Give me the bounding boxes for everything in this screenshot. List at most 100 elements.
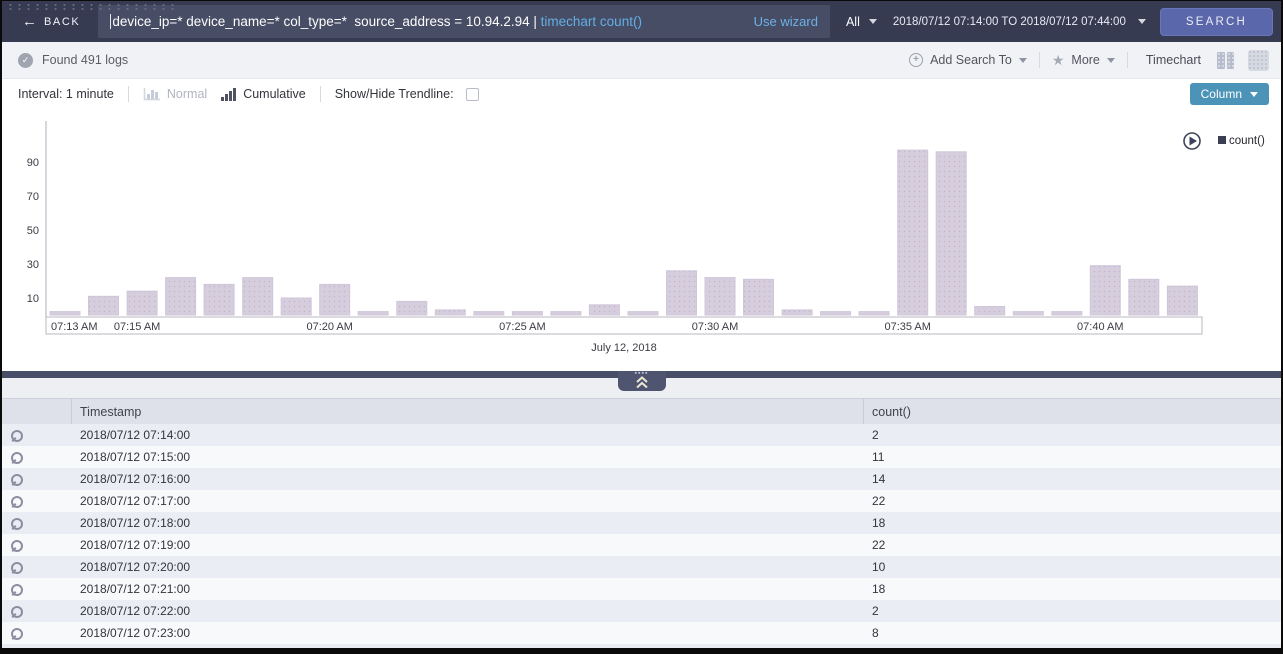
found-logs-label: Found 491 logs [42, 53, 128, 67]
table-row: 2018/07/12 07:18:0018 [2, 512, 1281, 534]
chart-bar[interactable] [859, 312, 889, 315]
chart-bar[interactable] [705, 278, 735, 315]
chart-bar[interactable] [435, 310, 465, 315]
chart-bar[interactable] [782, 310, 812, 315]
chart-bar[interactable] [1167, 286, 1197, 315]
table-row: 2018/07/12 07:22:002 [2, 600, 1281, 622]
timestamp-column-header[interactable]: Timestamp [72, 399, 864, 424]
text-cursor [110, 14, 111, 29]
divider [320, 86, 321, 102]
column-view-icon[interactable] [1215, 50, 1236, 71]
table-row: 2018/07/12 07:20:0010 [2, 556, 1281, 578]
chart-type-button[interactable]: Column [1190, 83, 1269, 105]
trendline-control: Show/Hide Trendline: [335, 87, 479, 101]
chart-bar[interactable] [628, 312, 658, 315]
drilldown-search-icon[interactable] [2, 578, 72, 600]
chart-bar[interactable] [1090, 266, 1120, 315]
chart-bar[interactable] [281, 298, 311, 315]
drilldown-search-icon[interactable] [2, 490, 72, 512]
drilldown-search-icon[interactable] [2, 534, 72, 556]
search-button[interactable]: SEARCH [1160, 8, 1273, 36]
divider [128, 86, 129, 102]
chart-bar[interactable] [243, 278, 273, 315]
drilldown-search-icon[interactable] [2, 468, 72, 490]
more-dropdown[interactable]: ★ More [1052, 52, 1115, 69]
count-column-header[interactable]: count() [864, 399, 1281, 424]
x-axis-date-label: July 12, 2018 [591, 342, 656, 354]
timestamp-cell: 2018/07/12 07:23:00 [72, 622, 864, 644]
x-axis-band[interactable] [46, 317, 1202, 334]
add-search-to-dropdown[interactable]: + Add Search To [909, 53, 1027, 67]
chart-bar[interactable] [744, 279, 774, 315]
results-table-body: 2018/07/12 07:14:0022018/07/12 07:15:001… [2, 424, 1281, 654]
collapse-strip: ▪▪▪▪ [2, 371, 1281, 378]
chart-bar[interactable] [397, 301, 427, 315]
chart-legend: count() [1184, 133, 1265, 149]
x-axis-tick: 07:35 AM [884, 321, 930, 333]
chart-bar[interactable] [320, 284, 350, 315]
count-cell: 14 [864, 468, 1281, 490]
table-row: 2018/07/12 07:14:002 [2, 424, 1281, 446]
count-cell: 2 [864, 600, 1281, 622]
scope-label: All [846, 15, 860, 29]
repo-scope-dropdown[interactable]: All [846, 15, 877, 29]
table-row: 2018/07/12 07:15:0011 [2, 446, 1281, 468]
chevron-down-icon [1019, 58, 1027, 63]
plus-circle-icon: + [909, 53, 923, 67]
timechart-svg: 103050709007:13 AM07:15 AM07:20 AM07:25 … [2, 109, 1281, 371]
count-cell: 22 [864, 534, 1281, 556]
count-cell: 18 [864, 512, 1281, 534]
chart-bar[interactable] [204, 284, 234, 315]
back-button[interactable]: ← BACK [2, 13, 98, 30]
cumulative-bars-icon [221, 87, 237, 101]
top-search-bar: ← BACK device_ip=* device_name=* col_typ… [2, 1, 1281, 42]
collapse-chart-button[interactable]: ▪▪▪▪ [618, 371, 666, 391]
drilldown-search-icon[interactable] [2, 556, 72, 578]
chart-bar[interactable] [898, 150, 928, 315]
x-axis-tick: 07:20 AM [306, 321, 352, 333]
chart-bar[interactable] [166, 278, 196, 315]
chart-bar[interactable] [474, 312, 504, 315]
drilldown-search-icon[interactable] [2, 424, 72, 446]
chart-bar[interactable] [821, 312, 851, 315]
normal-toggle[interactable]: Normal [143, 87, 207, 101]
chart-bar[interactable] [512, 312, 542, 315]
chart-bar[interactable] [89, 296, 119, 315]
drilldown-search-icon[interactable] [2, 644, 72, 654]
chart-bar[interactable] [358, 312, 388, 315]
chart-bar[interactable] [975, 307, 1005, 316]
interval-label: Interval: 1 minute [18, 87, 114, 101]
chart-bar[interactable] [551, 312, 581, 315]
trendline-checkbox[interactable] [466, 88, 479, 101]
check-icon: ✓ [18, 53, 33, 68]
date-range-dropdown[interactable]: 2018/07/12 07:14:00 TO 2018/07/12 07:44:… [893, 16, 1146, 28]
chevron-down-icon [1107, 58, 1115, 63]
timestamp-cell: 2018/07/12 07:18:00 [72, 512, 864, 534]
drilldown-search-icon[interactable] [2, 600, 72, 622]
chevron-down-icon [1138, 19, 1146, 24]
chart-bar[interactable] [1129, 279, 1159, 315]
chart-bar[interactable] [1052, 312, 1082, 315]
chart-bar[interactable] [589, 305, 619, 315]
grid-view-icon[interactable] [1248, 50, 1269, 71]
drilldown-search-icon[interactable] [2, 446, 72, 468]
trendline-label: Show/Hide Trendline: [335, 87, 454, 101]
divider [1039, 52, 1040, 68]
chart-bar[interactable] [667, 271, 697, 315]
chart-bar[interactable] [50, 312, 80, 315]
search-query-input[interactable]: device_ip=* device_name=* col_type=* sou… [98, 5, 830, 38]
legend-swatch [1218, 136, 1226, 144]
chart-bar[interactable] [936, 152, 966, 315]
drilldown-search-icon[interactable] [2, 622, 72, 644]
table-row: 2018/07/12 07:17:0022 [2, 490, 1281, 512]
drilldown-search-icon[interactable] [2, 512, 72, 534]
x-axis-tick: 07:15 AM [114, 321, 160, 333]
count-cell: 11 [864, 446, 1281, 468]
use-wizard-link[interactable]: Use wizard [734, 14, 818, 29]
chart-bar[interactable] [1013, 312, 1043, 315]
results-table: Timestamp count() 2018/07/12 07:14:00220… [2, 398, 1281, 654]
legend-label: count() [1229, 135, 1265, 147]
cumulative-toggle[interactable]: Cumulative [221, 87, 306, 101]
timestamp-cell: 2018/07/12 07:19:00 [72, 534, 864, 556]
chart-bar[interactable] [127, 291, 157, 315]
